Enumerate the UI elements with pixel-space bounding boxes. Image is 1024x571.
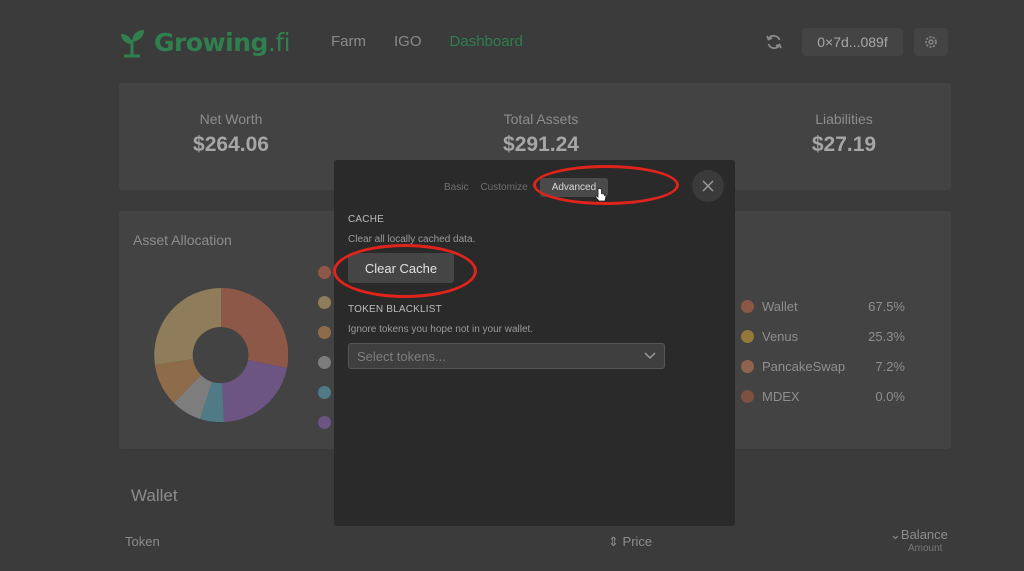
main-nav: Farm IGO Dashboard [331, 33, 551, 50]
legend-name: MDEX [762, 388, 800, 404]
tab-customize[interactable]: Customize [480, 182, 527, 193]
blacklist-section-title: TOKEN BLACKLIST [348, 304, 442, 315]
liabilities-label: Liabilities [815, 111, 873, 127]
liabilities-value: $27.19 [811, 133, 877, 156]
legend-dot [741, 299, 754, 313]
refresh-icon[interactable] [764, 32, 784, 52]
legend-pct: 25.3% [868, 328, 905, 344]
legend-name: Wallet [762, 298, 798, 314]
chevron-down-icon [644, 352, 656, 360]
liabilities-stat: Liabilities $27.19 [744, 111, 944, 157]
legend-dot [318, 356, 331, 369]
column-price-label: Price [622, 534, 653, 549]
close-icon [702, 180, 714, 192]
legend-name: Venus [762, 328, 799, 344]
column-amount-sub: Amount [908, 543, 943, 554]
nav-farm[interactable]: Farm [331, 33, 366, 50]
legend-row-mdex: MDEX 0.0% [741, 381, 905, 411]
legend-dot [318, 296, 331, 309]
legend-dot [318, 326, 331, 339]
column-balance[interactable]: ⌄Balance [890, 527, 948, 543]
settings-modal: Basic Customize Advanced CACHE Clear all… [334, 160, 735, 526]
wallet-section-title: Wallet [131, 486, 178, 505]
blacklist-description: Ignore tokens you hope not in your walle… [348, 324, 534, 335]
legend-row-wallet: Wallet 67.5% [741, 291, 905, 321]
sprout-icon [121, 30, 144, 58]
legend-dot [741, 389, 754, 403]
allocation-dots [318, 266, 331, 446]
brand-name: Growing.fi [154, 27, 291, 57]
sort-icon: ⇕ [608, 534, 619, 549]
legend-pct: 7.2% [875, 358, 905, 374]
close-modal-button[interactable] [692, 170, 724, 202]
column-balance-label: Balance [900, 527, 948, 542]
select-placeholder: Select tokens... [357, 348, 446, 364]
legend-row-venus: Venus 25.3% [741, 321, 905, 351]
gear-icon [925, 36, 937, 48]
net-worth-value: $264.06 [193, 133, 269, 156]
cache-section-title: CACHE [348, 214, 385, 225]
legend-pct: 0.0% [875, 388, 905, 404]
asset-allocation-title: Asset Allocation [133, 232, 232, 248]
settings-button[interactable] [914, 28, 948, 56]
annotation-ellipse-clear-cache [333, 244, 477, 298]
legend-dot [318, 266, 331, 279]
hand-cursor-icon [595, 188, 607, 202]
nav-igo[interactable]: IGO [394, 33, 422, 50]
legend-dot [741, 359, 754, 373]
column-price[interactable]: ⇕ Price [608, 534, 652, 550]
wallet-address-button[interactable]: 0×7d...089f [802, 28, 903, 56]
total-assets-stat: Total Assets $291.24 [441, 111, 641, 157]
token-blacklist-select[interactable]: Select tokens... [348, 343, 665, 369]
legend-dot [741, 329, 754, 343]
net-worth-label: Net Worth [199, 111, 263, 127]
column-token[interactable]: Token [125, 534, 160, 549]
total-assets-label: Total Assets [503, 111, 579, 127]
legend-name: PancakeSwap [762, 358, 846, 374]
nav-dashboard[interactable]: Dashboard [450, 33, 523, 50]
net-worth-stat: Net Worth $264.06 [131, 111, 331, 157]
legend-pct: 67.5% [868, 298, 905, 314]
chevron-down-icon: ⌄ [890, 527, 901, 542]
top-header: Growing.fi Farm IGO Dashboard 0×7d...089… [0, 0, 1024, 86]
total-assets-value: $291.24 [503, 133, 579, 156]
tab-basic[interactable]: Basic [444, 182, 468, 193]
legend-dot [318, 386, 331, 399]
legend-dot [318, 416, 331, 429]
allocation-donut-chart [154, 288, 288, 422]
protocol-legend: Wallet 67.5% Venus 25.3% PancakeSwap 7.2… [741, 291, 905, 411]
brand-logo[interactable]: Growing.fi [118, 26, 291, 58]
legend-row-pancakeswap: PancakeSwap 7.2% [741, 351, 905, 381]
